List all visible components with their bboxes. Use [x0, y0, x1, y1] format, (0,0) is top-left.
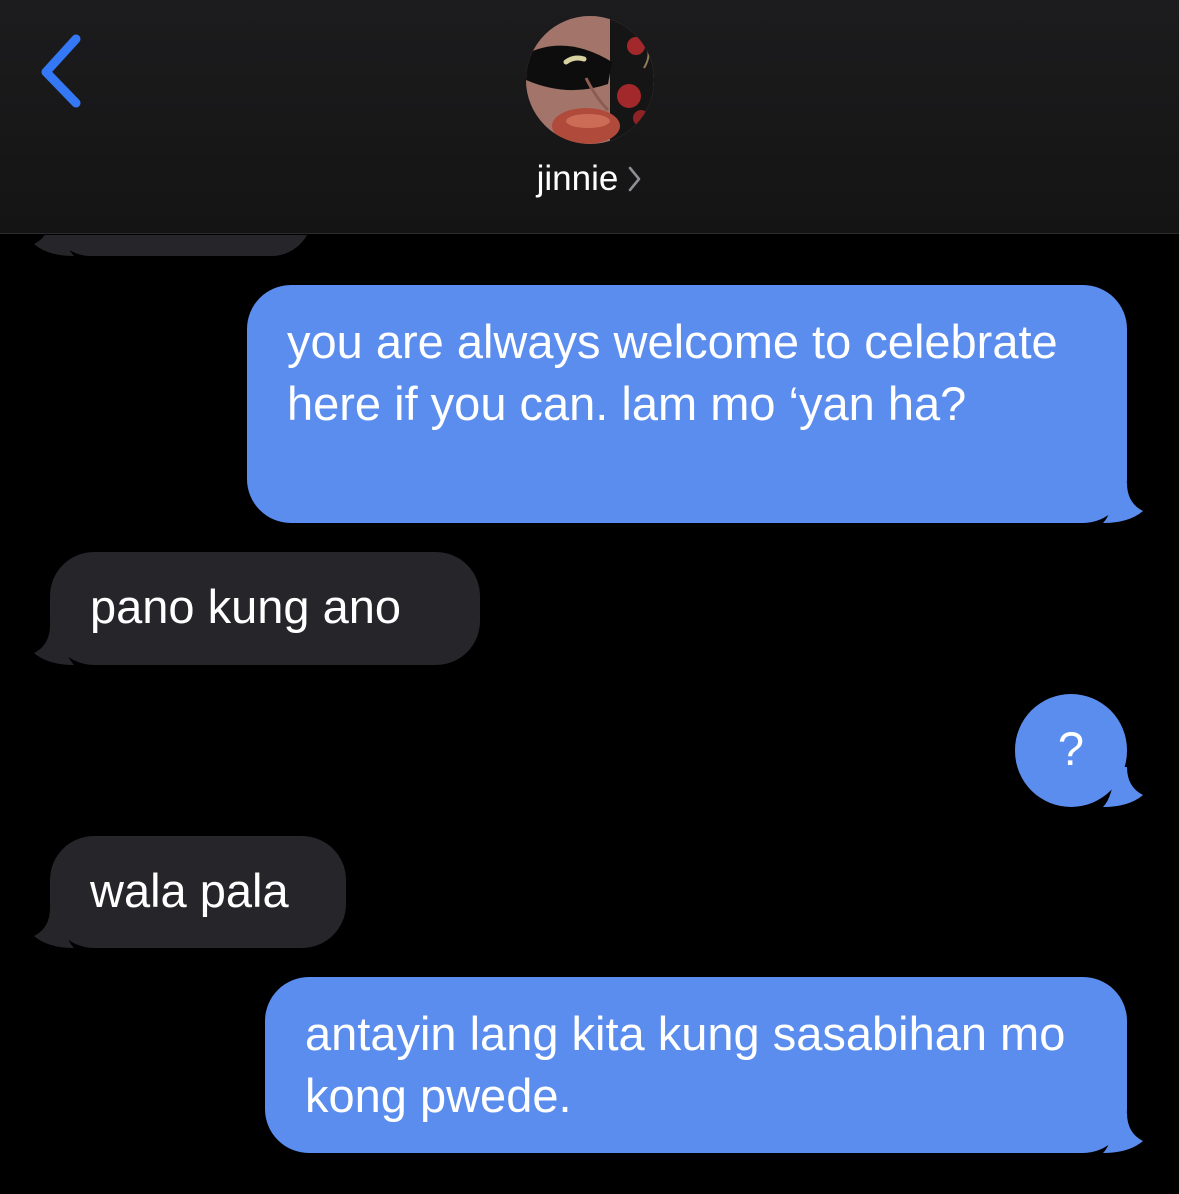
- chevron-right-icon: [628, 158, 642, 204]
- back-button[interactable]: [30, 30, 100, 110]
- message-bubble-received[interactable]: wala pala: [34, 836, 346, 948]
- message-bubble-received[interactable]: [34, 235, 312, 256]
- bubble-tail: [34, 235, 74, 256]
- bubble-tail: [34, 625, 74, 665]
- message-bubble-sent[interactable]: you are always welcome to celebrate here…: [247, 285, 1143, 523]
- message-bubble-sent[interactable]: antayin lang kita kung sasabihan mo kong…: [265, 977, 1143, 1153]
- bubble-tail: [34, 908, 74, 948]
- chevron-left-icon: [41, 34, 81, 108]
- conversation-header: jinnie: [0, 0, 1179, 234]
- bubble-tail: [1103, 1113, 1143, 1153]
- message-list[interactable]: you are always welcome to celebrate here…: [0, 235, 1179, 1194]
- contact-name-button[interactable]: jinnie: [0, 156, 1179, 204]
- contact-name: jinnie: [536, 159, 619, 198]
- message-bubble-received[interactable]: pano kung ano: [34, 552, 480, 665]
- bubble-tail: [1103, 483, 1143, 523]
- contact-avatar[interactable]: [526, 16, 654, 144]
- bubble-tail: [1103, 767, 1143, 807]
- message-bubble-sent[interactable]: ?: [1015, 694, 1143, 807]
